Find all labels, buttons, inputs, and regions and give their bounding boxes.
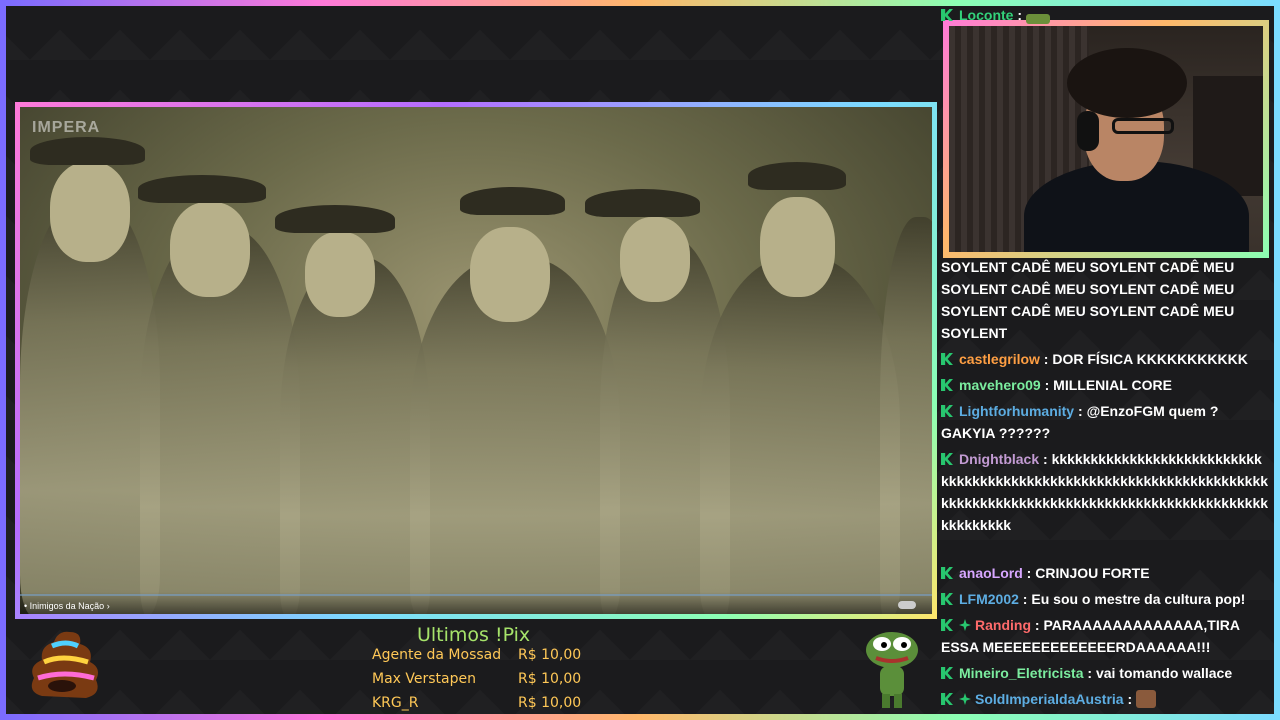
stream-border-frame — [0, 0, 1280, 720]
